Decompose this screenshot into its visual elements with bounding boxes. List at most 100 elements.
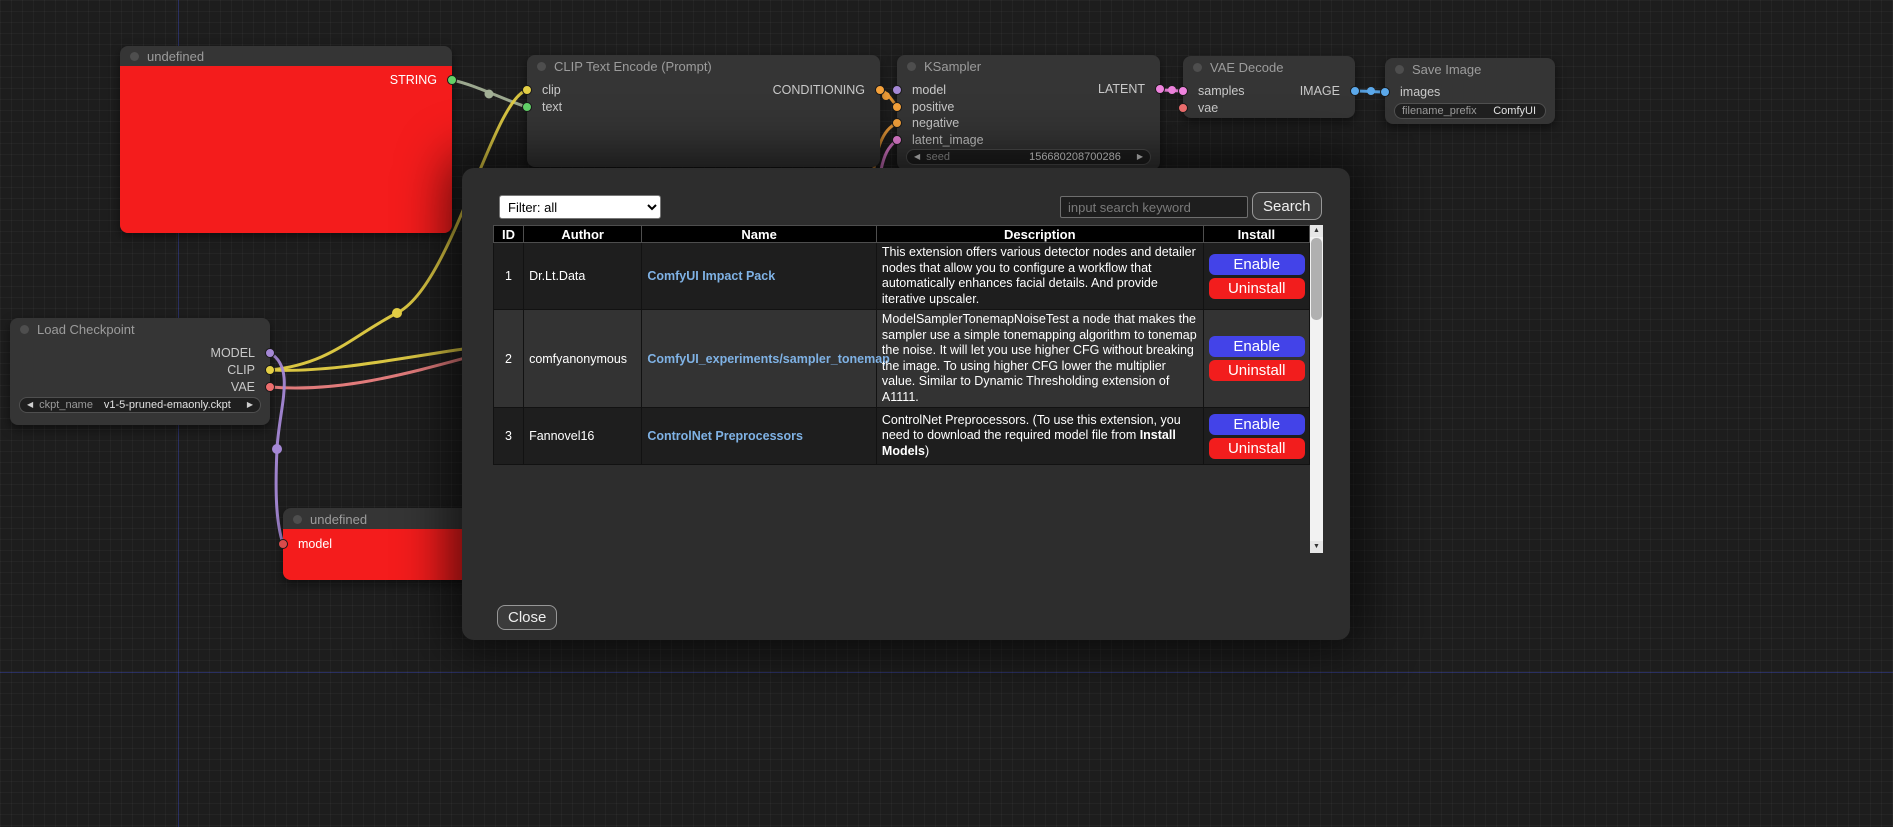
node-header[interactable]: KSampler bbox=[897, 55, 1160, 77]
input-label: model bbox=[298, 537, 332, 551]
node-save-image[interactable]: Save Image images filename_prefix ComfyU… bbox=[1385, 58, 1555, 124]
node-header[interactable]: Save Image bbox=[1385, 58, 1555, 80]
input-label: positive bbox=[912, 100, 954, 114]
input-port-text[interactable] bbox=[522, 102, 532, 112]
ext-name-link[interactable]: ComfyUI_experiments/sampler_tonemap bbox=[647, 352, 889, 366]
ext-install-cell: Enable Uninstall bbox=[1203, 408, 1309, 465]
node-header[interactable]: undefined bbox=[120, 46, 452, 66]
output-label: MODEL bbox=[211, 346, 255, 360]
output-port-image[interactable] bbox=[1350, 86, 1360, 96]
node-header[interactable]: Load Checkpoint bbox=[10, 318, 270, 340]
enable-button[interactable]: Enable bbox=[1209, 254, 1305, 275]
node-clip-text-encode[interactable]: CLIP Text Encode (Prompt) clip text COND… bbox=[527, 55, 880, 167]
ext-author: comfyanonymous bbox=[524, 310, 642, 408]
collapse-dot-icon[interactable] bbox=[537, 62, 546, 71]
uninstall-button[interactable]: Uninstall bbox=[1209, 278, 1305, 299]
uninstall-button[interactable]: Uninstall bbox=[1209, 360, 1305, 381]
search-input[interactable] bbox=[1060, 196, 1248, 218]
node-title: Save Image bbox=[1412, 62, 1481, 77]
output-port-latent[interactable] bbox=[1155, 84, 1165, 94]
input-port-model[interactable] bbox=[278, 539, 288, 549]
seed-widget[interactable]: ◀ seed 156680208700286 ▶ bbox=[906, 149, 1151, 165]
ext-install-cell: Enable Uninstall bbox=[1203, 243, 1309, 310]
arrow-left-icon[interactable]: ◀ bbox=[27, 401, 33, 409]
arrow-right-icon[interactable]: ▶ bbox=[247, 401, 253, 409]
input-port-vae[interactable] bbox=[1178, 103, 1188, 113]
node-load-checkpoint[interactable]: Load Checkpoint MODEL CLIP VAE ◀ ckpt_na… bbox=[10, 318, 270, 425]
widget-name: filename_prefix bbox=[1402, 105, 1477, 117]
scroll-down-icon[interactable]: ▼ bbox=[1310, 541, 1323, 553]
output-label: LATENT bbox=[1098, 82, 1145, 96]
input-port-latent-image[interactable] bbox=[892, 135, 902, 145]
node-undefined-bottom[interactable]: undefined model bbox=[283, 508, 469, 580]
enable-button[interactable]: Enable bbox=[1209, 336, 1305, 357]
scroll-up-icon[interactable]: ▲ bbox=[1310, 225, 1323, 237]
node-ksampler[interactable]: KSampler model positive negative latent_… bbox=[897, 55, 1160, 170]
enable-button[interactable]: Enable bbox=[1209, 414, 1305, 435]
widget-value: v1-5-pruned-emaonly.ckpt bbox=[104, 399, 231, 411]
wire-dot-latent bbox=[1168, 86, 1176, 94]
node-title: Load Checkpoint bbox=[37, 322, 135, 337]
collapse-dot-icon[interactable] bbox=[1193, 63, 1202, 72]
collapse-dot-icon[interactable] bbox=[293, 515, 302, 524]
node-error-body bbox=[120, 66, 452, 233]
output-label: VAE bbox=[231, 380, 255, 394]
desc-text: ControlNet Preprocessors. (To use this e… bbox=[882, 413, 1181, 443]
wire-dot-string bbox=[485, 90, 494, 99]
ext-install-cell: Enable Uninstall bbox=[1203, 310, 1309, 408]
collapse-dot-icon[interactable] bbox=[130, 52, 139, 61]
ext-name-link[interactable]: ControlNet Preprocessors bbox=[647, 429, 803, 443]
scrollbar-thumb[interactable] bbox=[1311, 238, 1322, 320]
output-port-clip[interactable] bbox=[265, 365, 275, 375]
extension-manager-dialog: Filter: all Search ID Author Name Descri… bbox=[462, 168, 1350, 640]
input-port-negative[interactable] bbox=[892, 118, 902, 128]
output-port-string[interactable] bbox=[447, 75, 457, 85]
ext-id: 2 bbox=[494, 310, 524, 408]
ext-name-cell: ComfyUI Impact Pack bbox=[642, 243, 877, 310]
uninstall-button[interactable]: Uninstall bbox=[1209, 438, 1305, 459]
output-port-vae[interactable] bbox=[265, 382, 275, 392]
close-button[interactable]: Close bbox=[497, 605, 557, 630]
node-title: undefined bbox=[310, 512, 367, 527]
node-header[interactable]: CLIP Text Encode (Prompt) bbox=[527, 55, 880, 77]
column-header-install: Install bbox=[1203, 226, 1309, 243]
ext-description: ControlNet Preprocessors. (To use this e… bbox=[876, 408, 1203, 465]
ext-author: Fannovel16 bbox=[524, 408, 642, 465]
wire-dot-image bbox=[1367, 87, 1375, 95]
column-header-name: Name bbox=[642, 226, 877, 243]
ext-name-link[interactable]: ComfyUI Impact Pack bbox=[647, 269, 775, 283]
arrow-left-icon[interactable]: ◀ bbox=[914, 153, 920, 161]
ext-id: 3 bbox=[494, 408, 524, 465]
table-scrollbar[interactable]: ▲ ▼ bbox=[1310, 225, 1323, 553]
ext-author: Dr.Lt.Data bbox=[524, 243, 642, 310]
search-button[interactable]: Search bbox=[1252, 192, 1322, 220]
node-vae-decode[interactable]: VAE Decode samples vae IMAGE bbox=[1183, 56, 1355, 118]
node-title: KSampler bbox=[924, 59, 981, 74]
output-label: IMAGE bbox=[1300, 84, 1340, 98]
node-header[interactable]: undefined bbox=[283, 508, 469, 530]
input-port-images[interactable] bbox=[1380, 87, 1390, 97]
output-label: CONDITIONING bbox=[773, 83, 865, 97]
node-undefined-top[interactable]: undefined STRING bbox=[120, 46, 452, 233]
widget-value: 156680208700286 bbox=[1029, 151, 1121, 163]
arrow-right-icon[interactable]: ▶ bbox=[1137, 153, 1143, 161]
output-port-conditioning[interactable] bbox=[875, 85, 885, 95]
ext-name-cell: ComfyUI_experiments/sampler_tonemap bbox=[642, 310, 877, 408]
collapse-dot-icon[interactable] bbox=[20, 325, 29, 334]
filename-prefix-widget[interactable]: filename_prefix ComfyUI bbox=[1394, 103, 1546, 119]
collapse-dot-icon[interactable] bbox=[1395, 65, 1404, 74]
input-label: negative bbox=[912, 116, 959, 130]
node-title: CLIP Text Encode (Prompt) bbox=[554, 59, 712, 74]
output-label: STRING bbox=[390, 73, 437, 87]
extension-row: 3 Fannovel16 ControlNet Preprocessors Co… bbox=[494, 408, 1310, 465]
wire-dot-clip bbox=[392, 308, 402, 318]
extension-row: 1 Dr.Lt.Data ComfyUI Impact Pack This ex… bbox=[494, 243, 1310, 310]
filter-select[interactable]: Filter: all bbox=[499, 195, 661, 219]
collapse-dot-icon[interactable] bbox=[907, 62, 916, 71]
node-header[interactable]: VAE Decode bbox=[1183, 56, 1355, 78]
input-port-positive[interactable] bbox=[892, 102, 902, 112]
extension-table: ID Author Name Description Install 1 Dr.… bbox=[493, 225, 1310, 465]
wire-dot-model bbox=[272, 444, 282, 454]
ckpt-name-widget[interactable]: ◀ ckpt_name v1-5-pruned-emaonly.ckpt ▶ bbox=[19, 397, 261, 413]
output-port-model[interactable] bbox=[265, 348, 275, 358]
